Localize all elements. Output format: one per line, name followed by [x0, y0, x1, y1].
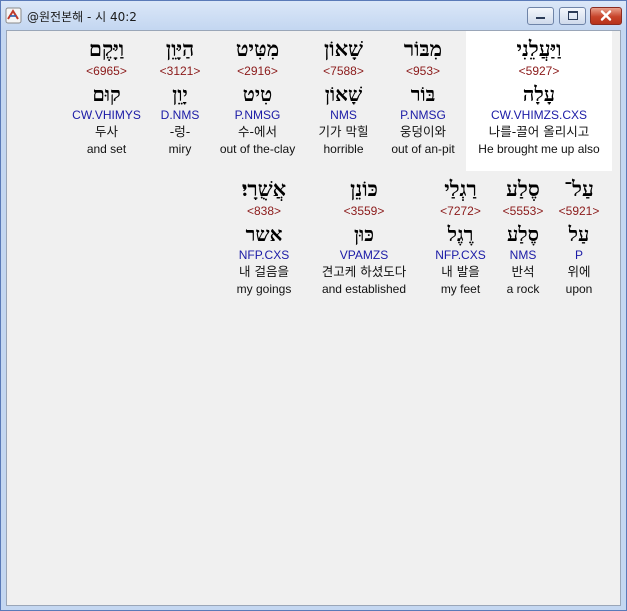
maximize-button[interactable]	[559, 7, 586, 25]
close-button[interactable]	[590, 7, 622, 25]
korean-gloss: 견고케 하셨도다	[321, 264, 407, 279]
strong-number[interactable]: <3559>	[306, 204, 422, 219]
hebrew-word: וַיַּעֲלֵנִי	[516, 36, 562, 61]
korean-gloss: 반석	[511, 264, 535, 279]
hebrew-root: רֶגֶל	[447, 222, 474, 246]
minimize-icon	[536, 17, 545, 19]
hebrew-root: בּוֹר	[410, 82, 436, 106]
title-bar[interactable]: @원전본해 - 시 40:2	[1, 1, 626, 30]
hebrew-word: מִטִּיט	[235, 36, 280, 61]
window-title: @원전본해 - 시 40:2	[27, 10, 137, 24]
parsing-code: D.NMS	[160, 108, 200, 122]
hebrew-root: שָׁאוֹן	[324, 82, 363, 106]
korean-gloss: 내 걸음을	[239, 264, 289, 279]
english-gloss: miry	[168, 142, 192, 156]
hebrew-word: כּוֹנֵן	[350, 176, 378, 201]
strong-number[interactable]: <2916>	[212, 64, 303, 79]
english-gloss: He brought me up also	[478, 142, 600, 156]
strong-number[interactable]: <7588>	[307, 64, 380, 79]
english-gloss: my feet	[440, 282, 481, 296]
parsing-code: NMS	[330, 108, 357, 122]
word-cell[interactable]: מִטִּיט <2916> טִיט P.NMSG 수-에서 out of t…	[212, 31, 303, 171]
hebrew-word: שָׁאוֹן	[323, 36, 364, 61]
minimize-button[interactable]	[527, 7, 554, 25]
close-icon	[600, 10, 612, 21]
hebrew-root: אשר	[245, 222, 283, 246]
word-cell[interactable]: סֶלַע <5553> סֶלַע NMS 반석 a rock	[497, 174, 549, 314]
hebrew-root: יָוֵן	[172, 82, 188, 106]
english-gloss: out of an-pit	[391, 142, 455, 156]
app-icon	[5, 7, 22, 24]
hebrew-root: קוּם	[92, 82, 121, 106]
korean-gloss: 기가 막힐	[318, 124, 369, 139]
hebrew-word: סֶלַע	[506, 176, 540, 201]
english-gloss: and established	[321, 282, 407, 296]
strong-number[interactable]: <5553>	[497, 204, 549, 219]
korean-gloss: 나를-끌어 올리시고	[488, 124, 590, 139]
word-cell[interactable]: עַל־ <5921> עַל P 위에 upon	[553, 174, 605, 314]
korean-gloss: 웅덩이와	[399, 124, 446, 139]
hebrew-word: אֲשֻׁרָי׃	[241, 176, 287, 201]
hebrew-word: וַיָּקֶם	[88, 36, 125, 61]
hebrew-root: עָלָה	[522, 82, 556, 106]
hebrew-word: עַל־	[564, 176, 594, 201]
english-gloss: horrible	[323, 142, 364, 156]
parsing-code: VPAMZS	[339, 248, 389, 262]
word-cell[interactable]: וַיָּקֶם <6965> קוּם CW.VHIMYS 두사 and se…	[65, 31, 148, 171]
strong-number[interactable]: <953>	[384, 64, 462, 79]
word-cell[interactable]: מִבּוֹר <953> בּוֹר P.NMSG 웅덩이와 out of a…	[384, 31, 462, 171]
parsing-code: NFP.CXS	[435, 248, 486, 262]
word-cell[interactable]: כּוֹנֵן <3559> כּוּן VPAMZS 견고케 하셨도다 and…	[306, 174, 422, 314]
word-cell[interactable]: רַגְלַי <7272> רֶגֶל NFP.CXS 내 발을 my fee…	[428, 174, 493, 314]
word-cell[interactable]: אֲשֻׁרָי׃ <838> אשר NFP.CXS 내 걸음을 my goi…	[228, 174, 300, 314]
parsing-code: P.NMSG	[400, 108, 446, 122]
korean-gloss: 내 발을	[441, 264, 480, 279]
english-gloss: my goings	[236, 282, 292, 296]
app-window: @원전본해 - 시 40:2 וַיַּעֲלֵנִי <5927> עָלָה…	[0, 0, 627, 611]
parsing-code: CW.VHIMYS	[72, 108, 141, 122]
strong-number[interactable]: <7272>	[428, 204, 493, 219]
hebrew-word: רַגְלַי	[444, 176, 477, 201]
hebrew-word: הַיָּוֵן	[165, 36, 195, 61]
english-gloss: a rock	[506, 282, 540, 296]
korean-gloss: 두사	[94, 124, 118, 139]
parsing-code: P.NMSG	[234, 108, 281, 122]
word-cell[interactable]: שָׁאוֹן <7588> שָׁאוֹן NMS 기가 막힐 horribl…	[307, 31, 380, 171]
hebrew-root: סֶלַע	[506, 222, 540, 246]
hebrew-root: עַל	[568, 222, 590, 246]
parsing-code: NMS	[509, 248, 537, 262]
english-gloss: and set	[86, 142, 127, 156]
parsing-code: P	[574, 248, 583, 262]
strong-number[interactable]: <5921>	[553, 204, 605, 219]
hebrew-root: כּוּן	[354, 222, 374, 246]
word-cell[interactable]: הַיָּוֵן <3121> יָוֵן D.NMS -렁- miry	[152, 31, 208, 171]
korean-gloss: -렁-	[169, 124, 191, 139]
korean-gloss: 위에	[567, 264, 591, 279]
strong-number[interactable]: <3121>	[152, 64, 208, 79]
maximize-icon	[568, 11, 578, 20]
strong-number[interactable]: <6965>	[65, 64, 148, 79]
strong-number[interactable]: <5927>	[466, 64, 612, 79]
parsing-code: NFP.CXS	[238, 248, 290, 262]
english-gloss: out of the-clay	[219, 142, 296, 156]
korean-gloss: 수-에서	[237, 124, 277, 139]
english-gloss: upon	[565, 282, 593, 296]
hebrew-word: מִבּוֹר	[403, 36, 443, 61]
interlinear-view: וַיַּעֲלֵנִי <5927> עָלָה CW.VHIMZS.CXS …	[6, 30, 621, 606]
strong-number[interactable]: <838>	[228, 204, 300, 219]
parsing-code: CW.VHIMZS.CXS	[490, 108, 587, 122]
hebrew-root: טִיט	[242, 82, 273, 106]
word-cell[interactable]: וַיַּעֲלֵנִי <5927> עָלָה CW.VHIMZS.CXS …	[466, 31, 612, 171]
